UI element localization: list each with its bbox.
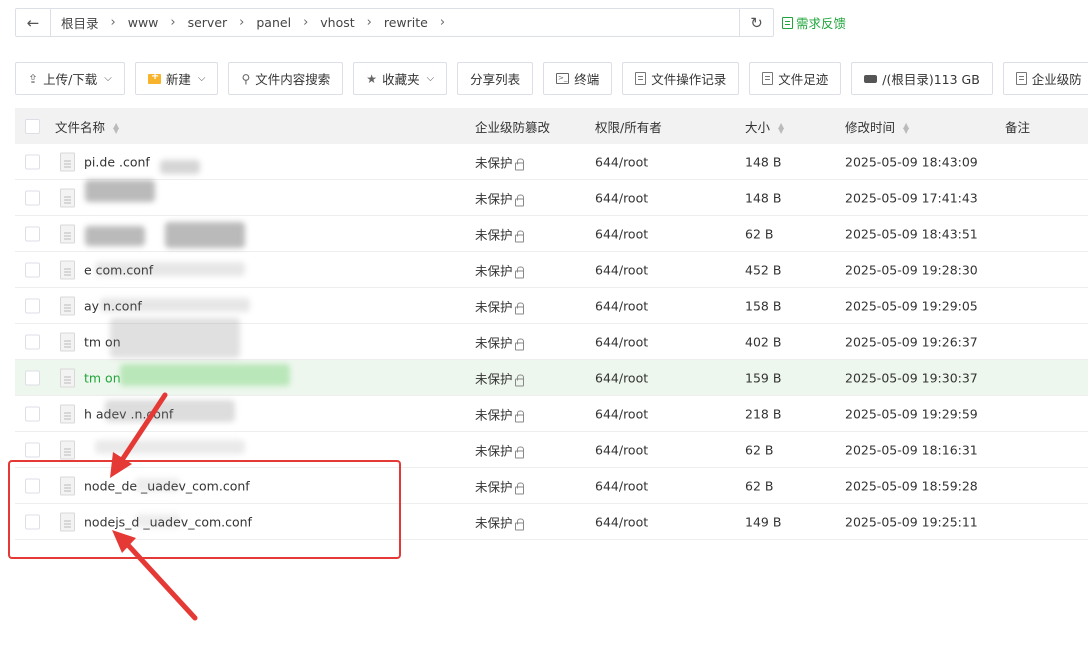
annotation-arrows [110, 392, 198, 621]
